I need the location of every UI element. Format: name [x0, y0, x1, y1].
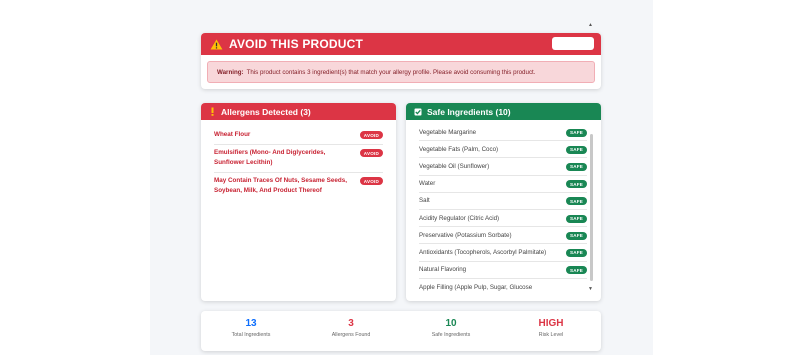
checkbox-icon [414, 108, 422, 115]
alert-card: AVOID THIS PRODUCT Warning: This product… [201, 33, 601, 89]
alert-action-button[interactable] [552, 37, 594, 50]
safe-item: Water SAFE [419, 176, 587, 193]
scroll-down-arrow-icon[interactable]: ▼ [588, 286, 793, 292]
safe-badge: SAFE [565, 214, 587, 223]
safe-item: Vegetable Fats (Palm, Coco) SAFE [419, 141, 587, 159]
avoid-badge: AVOID [359, 149, 383, 157]
stat-label: Total Ingredients [231, 332, 271, 338]
safe-badge: SAFE [565, 128, 587, 137]
allergen-item: Wheat Flour AVOID [214, 127, 383, 145]
safe-ingredient-name: Vegetable Oil (Sunflower) [419, 162, 490, 170]
safe-badge: SAFE [565, 162, 587, 171]
stat-item: 13 Total Ingredients [201, 311, 301, 351]
scrollbar-thumb[interactable] [590, 134, 593, 281]
stat-item: HIGH Risk Level [501, 311, 601, 351]
safe-badge: SAFE [565, 197, 587, 206]
warning-text: This product contains 3 ingredient(s) th… [246, 68, 536, 76]
stat-value: 10 [445, 318, 457, 329]
allergen-name: May Contain Traces Of Nuts, Sesame Seeds… [214, 177, 347, 194]
safe-ingredient-name: Salt [419, 197, 430, 205]
warning-icon [210, 38, 223, 50]
safe-item: Antioxidants (Tocopherols, Ascorbyl Palm… [419, 244, 587, 262]
allergen-name: Wheat Flour [214, 131, 251, 138]
safe-panel: Safe Ingredients (10) Vegetable Margarin… [406, 103, 601, 301]
safe-ingredient-name: Natural Flavoring [419, 266, 467, 274]
stat-label: Allergens Found [331, 332, 371, 338]
stat-item: 10 Safe Ingredients [401, 311, 501, 351]
avoid-badge: AVOID [359, 177, 383, 185]
allergens-title: Allergens Detected (3) [221, 106, 311, 117]
stats-card: 13 Total Ingredients 3 Allergens Found 10 Saf… [201, 311, 601, 351]
safe-ingredient-name: Preservative (Potassium Sorbate) [419, 231, 512, 239]
stat-label: Safe Ingredients [431, 332, 471, 338]
safe-ingredient-name: Antioxidants (Tocopherols, Ascorbyl Palm… [419, 248, 547, 256]
safe-item: Vegetable Margarine SAFE [419, 124, 587, 142]
allergens-header: Allergens Detected (3) [201, 103, 396, 120]
alert-header: AVOID THIS PRODUCT [201, 33, 601, 55]
safe-item: Vegetable Oil (Sunflower) SAFE [419, 158, 587, 176]
warning-label: Warning: [217, 68, 244, 76]
safe-ingredient-name: Apple Filling (Apple Pulp, Sugar, Glucos… [419, 283, 533, 291]
avoid-badge: AVOID [359, 131, 383, 139]
safe-item: Salt SAFE [419, 193, 587, 210]
safe-ingredient-name: Vegetable Fats (Palm, Coco) [419, 145, 499, 153]
safe-badge: SAFE [565, 231, 587, 240]
alert-icon [211, 107, 214, 116]
allergen-item: Emulsifiers (Mono- And Diglycerides, Sun… [214, 145, 383, 173]
stat-label: Risk Level [538, 332, 564, 338]
stat-value: HIGH [538, 318, 564, 329]
stat-value: 3 [348, 318, 354, 329]
alert-title: AVOID THIS PRODUCT [229, 37, 364, 51]
allergen-list: Wheat Flour AVOID Emulsifiers (Mono- And D… [201, 120, 396, 200]
allergens-panel: Allergens Detected (3) Wheat Flour AVOID E… [201, 103, 396, 301]
safe-list[interactable]: Vegetable Margarine SAFE Vegetable Fats (P… [406, 120, 601, 301]
safe-item: Natural Flavoring SAFE [419, 262, 587, 279]
safe-badge: SAFE [565, 266, 587, 275]
safe-badge: SAFE [565, 180, 587, 189]
safe-ingredient-name: Acidity Regulator (Citric Acid) [419, 214, 500, 222]
safe-title: Safe Ingredients (10) [427, 106, 511, 117]
safe-item: Acidity Regulator (Citric Acid) SAFE [419, 210, 587, 228]
safe-item: Preservative (Potassium Sorbate) SAFE [419, 227, 587, 245]
safe-item: Apple Filling (Apple Pulp, Sugar, Glucos… [419, 279, 587, 296]
safe-badge: SAFE [565, 145, 587, 154]
stat-value: 13 [245, 318, 257, 329]
allergen-item: May Contain Traces Of Nuts, Sesame Seeds… [214, 173, 383, 200]
safe-ingredient-name: Water [419, 180, 436, 188]
safe-header: Safe Ingredients (10) [406, 103, 601, 120]
safe-badge: SAFE [565, 248, 587, 257]
allergen-name: Emulsifiers (Mono- And Diglycerides, Sun… [214, 149, 326, 166]
safe-ingredient-name: Vegetable Margarine [419, 128, 477, 136]
scroll-up-arrow-icon[interactable]: ▲ [588, 22, 793, 28]
stat-item: 3 Allergens Found [301, 311, 401, 351]
warning-message: Warning: This product contains 3 ingredi… [207, 61, 595, 83]
